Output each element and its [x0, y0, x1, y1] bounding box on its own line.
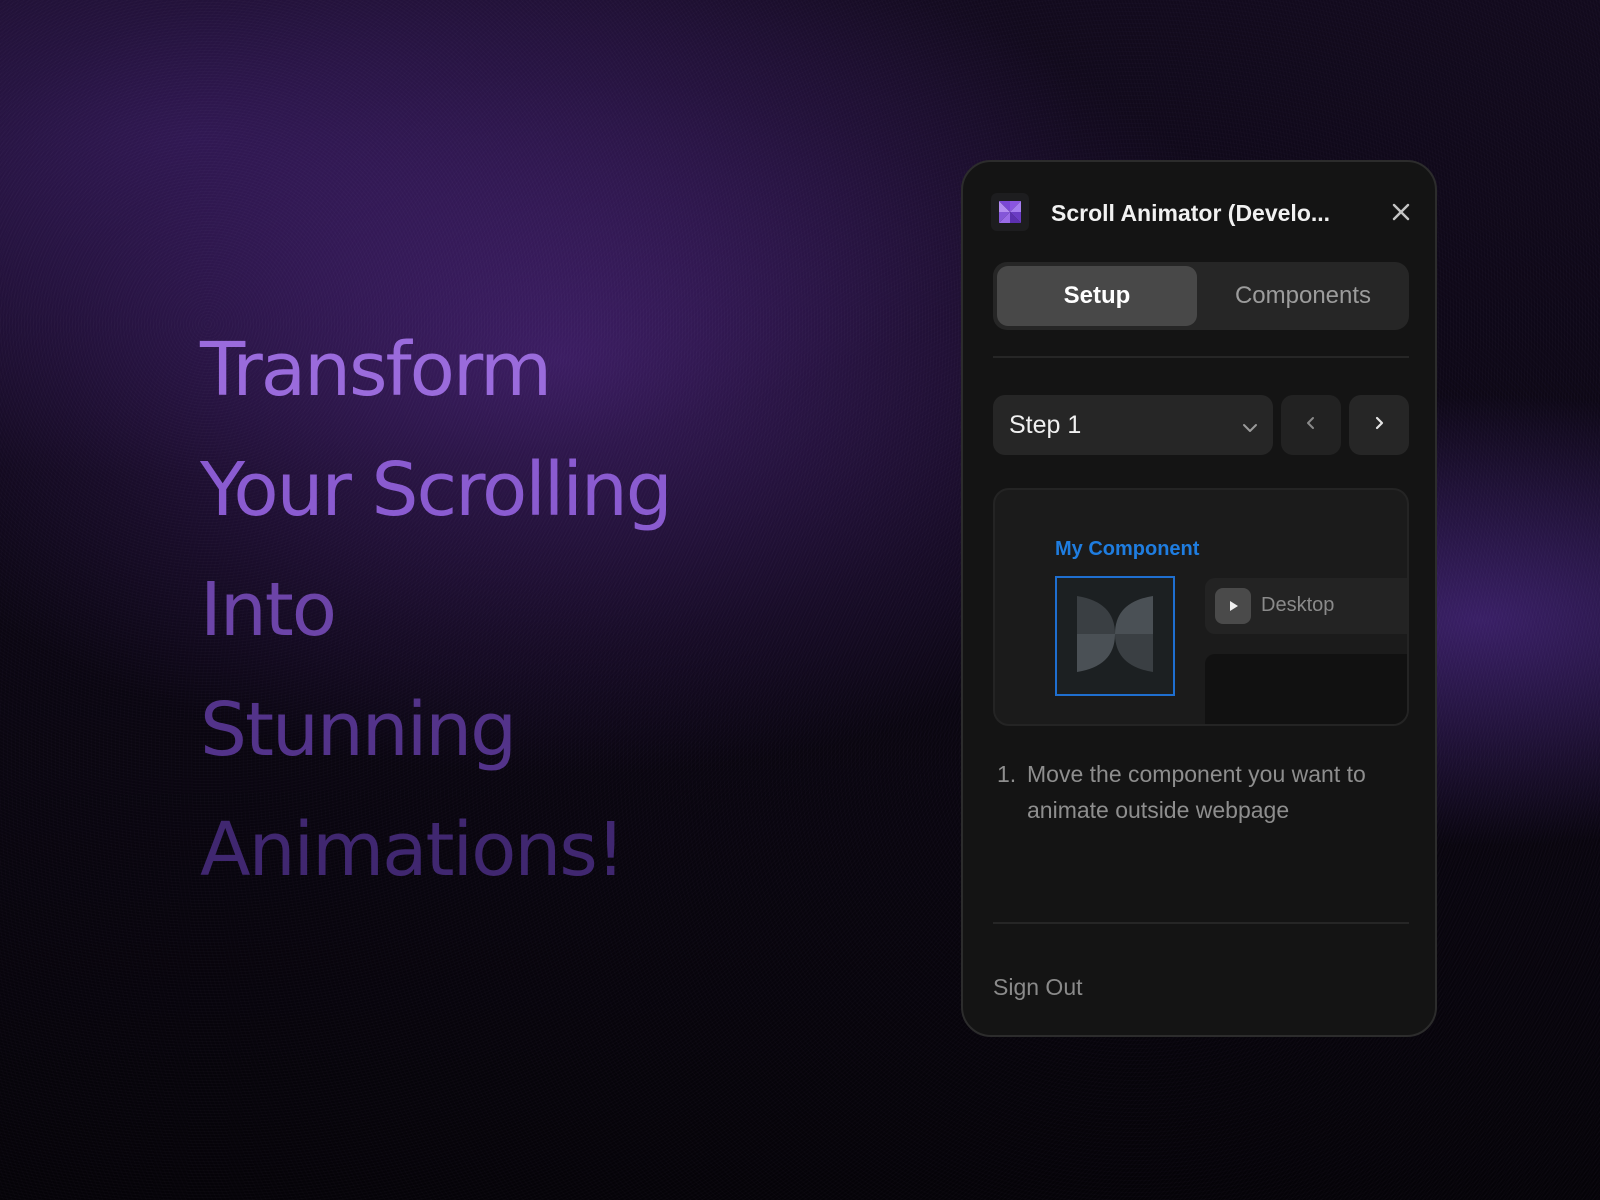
divider	[993, 356, 1409, 358]
step-navigation: Step 1	[993, 395, 1409, 455]
hero-line: Animations!	[200, 807, 625, 893]
hero-line: Transform	[200, 327, 552, 413]
hero-line: Into	[200, 567, 337, 653]
chevron-left-icon	[1303, 415, 1319, 436]
pinwheel-icon	[1073, 592, 1157, 681]
frame-header: Desktop	[1205, 578, 1407, 634]
step-preview: My Component Desktop	[993, 488, 1409, 726]
panel-title: Scroll Animator (Develo...	[1051, 200, 1331, 226]
sign-out-link[interactable]: Sign Out	[993, 974, 1083, 1001]
instruction-number: 1.	[997, 761, 1017, 787]
instruction-text: Move the component you want to animate o…	[1027, 761, 1366, 823]
chevron-down-icon	[1241, 415, 1259, 433]
component-label: My Component	[1055, 538, 1200, 560]
plugin-panel: Scroll Animator (Develo... Setup Compone…	[961, 160, 1437, 1037]
next-step-button[interactable]	[1349, 395, 1409, 455]
hero-line: Stunning	[200, 687, 517, 773]
tab-bar: Setup Components	[993, 262, 1409, 330]
close-icon[interactable]	[1385, 196, 1417, 228]
component-thumbnail	[1055, 576, 1175, 696]
step-select[interactable]: Step 1	[993, 395, 1273, 455]
step-select-value: Step 1	[1009, 410, 1082, 439]
chevron-right-icon	[1371, 415, 1387, 436]
pinwheel-logo-icon	[991, 193, 1029, 231]
tab-setup[interactable]: Setup	[997, 266, 1197, 326]
hero-line: Your Scrolling	[200, 447, 673, 533]
previous-step-button[interactable]	[1281, 395, 1341, 455]
instruction-item: 1. Move the component you want to animat…	[997, 756, 1417, 828]
hero-headline: Transform Your Scrolling Into Stunning A…	[200, 310, 760, 910]
frame-canvas	[1205, 654, 1407, 724]
tab-components[interactable]: Components	[1201, 266, 1405, 326]
frame-name: Desktop	[1261, 594, 1335, 616]
panel-header: Scroll Animator (Develo...	[991, 190, 1411, 234]
play-icon[interactable]	[1215, 588, 1251, 624]
divider	[993, 922, 1409, 924]
